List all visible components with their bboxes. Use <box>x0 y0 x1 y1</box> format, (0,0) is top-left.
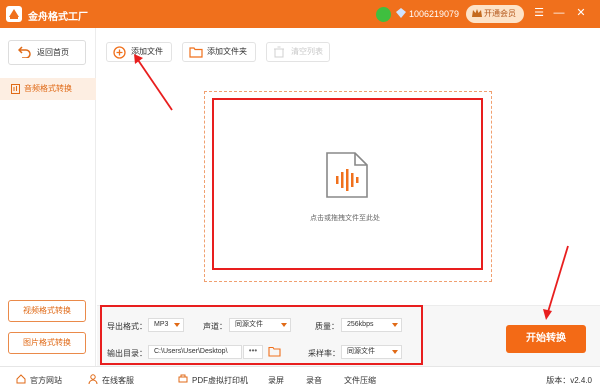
audio-file-icon <box>11 84 20 94</box>
clear-list-button[interactable]: 清空列表 <box>266 42 330 62</box>
add-file-label: 添加文件 <box>131 47 163 56</box>
sidebar-item-audio-convert[interactable]: 音频格式转换 <box>0 78 96 100</box>
audio-document-icon <box>326 152 368 198</box>
user-id: 1006219079 <box>409 9 460 19</box>
settings-highlight <box>100 305 423 365</box>
crown-icon <box>472 9 482 17</box>
drop-hint: 点击或拖拽文件至此处 <box>310 215 380 222</box>
footer-screen-record[interactable]: 录屏 <box>268 375 284 386</box>
version-label: 版本：v2.4.0 <box>546 376 592 385</box>
image-convert-button[interactable]: 图片格式转换 <box>8 332 86 354</box>
back-arrow-icon <box>18 46 31 58</box>
app-logo-icon <box>6 6 22 22</box>
video-convert-button[interactable]: 视频格式转换 <box>8 300 86 322</box>
footer-audio-record[interactable]: 录音 <box>306 375 322 386</box>
start-convert-button[interactable]: 开始转换 <box>506 325 586 353</box>
close-icon[interactable]: ✕ <box>574 6 588 20</box>
vip-button[interactable]: 开通会员 <box>466 5 524 23</box>
arrow-to-start-button <box>547 245 569 313</box>
footer-file-compress[interactable]: 文件压缩 <box>344 375 376 386</box>
footer-pdf-printer-label: PDF虚拟打印机 <box>192 376 248 385</box>
trash-icon <box>274 46 284 58</box>
sidebar-item-audio-convert-label: 音频格式转换 <box>24 84 72 93</box>
add-circle-icon <box>113 46 126 59</box>
footer-online-service[interactable]: 在线客服 <box>88 374 134 386</box>
user-icon <box>88 374 98 384</box>
footer-official-site-label: 官方网站 <box>30 376 62 385</box>
folder-icon <box>189 47 203 58</box>
back-home-label: 返回首页 <box>37 48 69 57</box>
footer: 官方网站 在线客服 PDF虚拟打印机 录屏 录音 文件压缩 版本：v2.4.0 <box>0 366 600 392</box>
printer-icon <box>178 374 188 383</box>
title-bar: 金舟格式工厂 1006219079 开通会员 ☰ — ✕ <box>0 0 600 28</box>
add-folder-button[interactable]: 添加文件夹 <box>182 42 256 62</box>
home-icon <box>16 374 26 384</box>
add-file-button[interactable]: 添加文件 <box>106 42 172 62</box>
footer-online-service-label: 在线客服 <box>102 376 134 385</box>
footer-official-site[interactable]: 官方网站 <box>16 374 62 386</box>
back-home-button[interactable]: 返回首页 <box>8 40 86 65</box>
sidebar: 返回首页 音频格式转换 视频格式转换 图片格式转换 <box>0 28 96 366</box>
clear-list-label: 清空列表 <box>291 47 323 56</box>
vip-label: 开通会员 <box>484 9 516 18</box>
wechat-icon[interactable] <box>376 7 391 22</box>
minimize-icon[interactable]: — <box>552 6 566 20</box>
footer-pdf-printer[interactable]: PDF虚拟打印机 <box>178 374 248 386</box>
add-folder-label: 添加文件夹 <box>207 47 247 56</box>
diamond-icon <box>396 8 406 18</box>
arrow-to-add-file <box>137 59 173 111</box>
app-title: 金舟格式工厂 <box>28 12 88 23</box>
menu-icon[interactable]: ☰ <box>532 6 546 20</box>
